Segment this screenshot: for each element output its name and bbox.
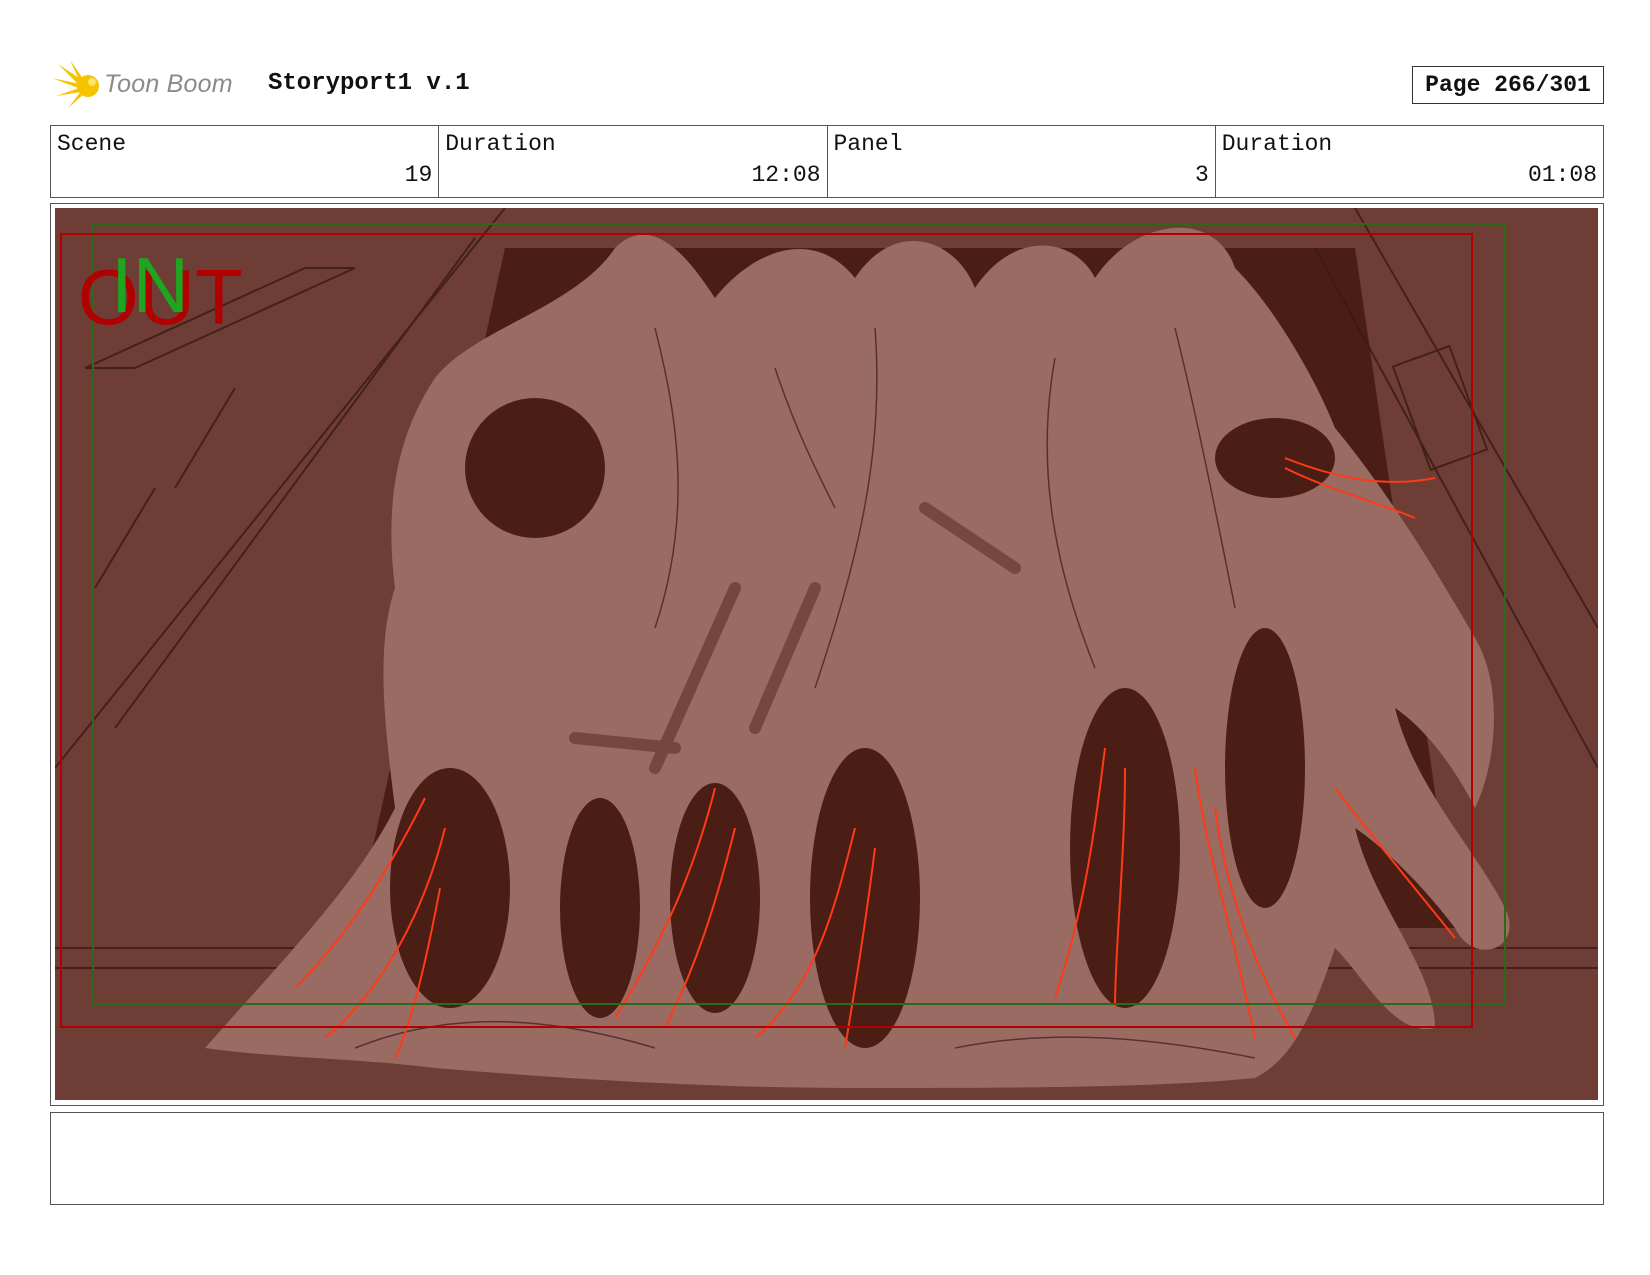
panel-notes-box [50, 1112, 1604, 1205]
page-number: Page 266/301 [1412, 66, 1604, 104]
panel-info-row: Scene 19 Duration 12:08 Panel 3 Duration… [50, 125, 1604, 198]
scene-cell: Scene 19 [51, 126, 440, 197]
logo-text: Toon Boom [104, 69, 233, 98]
in-marker: IN [111, 241, 189, 329]
scene-label: Scene [57, 131, 127, 157]
panel-cell: Panel 3 [828, 126, 1216, 197]
toon-boom-logo: Toon Boom [52, 58, 233, 110]
panel-duration-label: Duration [1221, 131, 1333, 157]
storyboard-sketch [54, 207, 1599, 1100]
scene-duration-label: Duration [445, 131, 556, 157]
starburst-icon [52, 60, 99, 108]
scene-duration-cell: Duration 12:08 [439, 126, 828, 197]
panel-label: Panel [833, 131, 903, 157]
panel-duration-value: 01:08 [1527, 162, 1597, 188]
storyboard-panel-image: OUT IN [54, 207, 1599, 1100]
panel-value: 3 [1194, 162, 1209, 188]
scene-value: 19 [404, 162, 433, 188]
project-title: Storyport1 v.1 [268, 70, 470, 97]
panel-duration-cell: Duration 01:08 [1216, 126, 1603, 197]
storyboard-panel-frame: OUT IN [50, 203, 1604, 1106]
scene-duration-value: 12:08 [751, 162, 821, 188]
